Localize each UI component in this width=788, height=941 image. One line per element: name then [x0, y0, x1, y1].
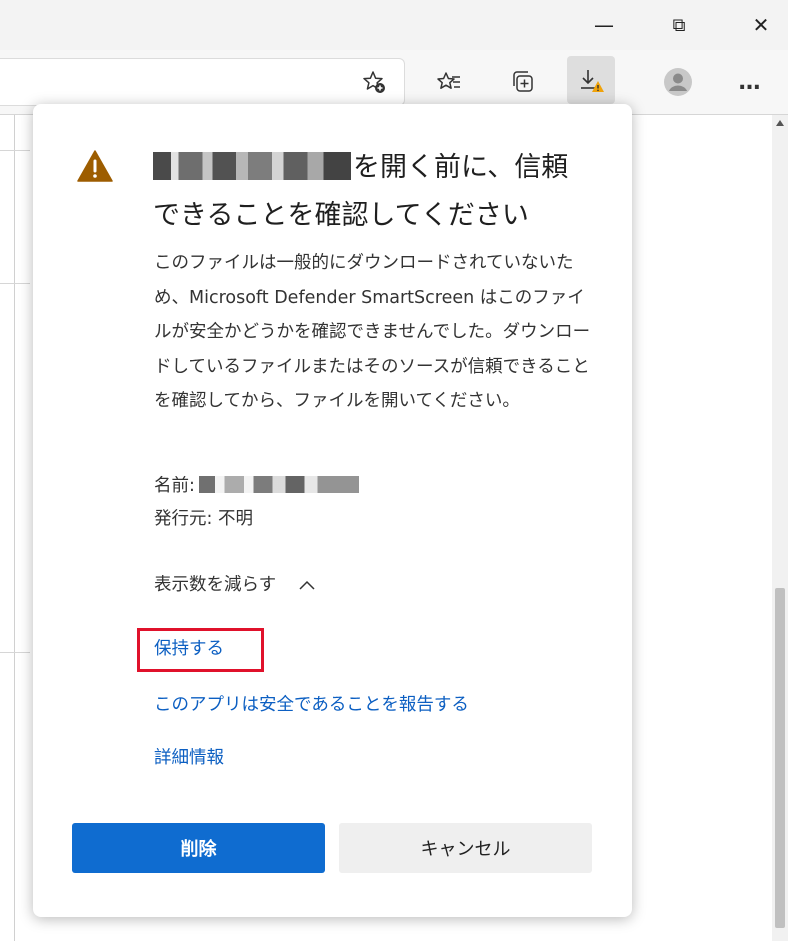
collections-icon	[513, 71, 533, 92]
address-bar[interactable]	[0, 58, 405, 106]
report-safe-link[interactable]: このアプリは安全であることを報告する	[154, 690, 469, 720]
page-divider	[0, 652, 30, 653]
warning-icon	[77, 150, 113, 182]
downloads-icon	[581, 70, 604, 92]
page-border	[14, 115, 15, 941]
dialog-heading: を開く前に、信頼できることを確認してください	[153, 144, 593, 240]
publisher-label: 発行元:	[154, 509, 213, 529]
page-divider	[0, 283, 30, 284]
publisher-value: 不明	[217, 509, 253, 529]
close-window-button[interactable]: ✕	[741, 8, 781, 42]
chevron-up-icon	[299, 580, 315, 590]
more-info-link[interactable]: 詳細情報	[154, 743, 224, 773]
add-favorite-button[interactable]	[352, 60, 396, 104]
cancel-button[interactable]: キャンセル	[339, 823, 592, 873]
restore-button[interactable]: ⧉	[659, 8, 699, 42]
dialog-description: このファイルは一般的にダウンロードされていないため、Microsoft Defe…	[154, 253, 591, 411]
redacted-file-name	[153, 152, 351, 180]
downloads-button[interactable]	[567, 56, 615, 104]
scroll-up-arrow-icon[interactable]	[776, 120, 784, 126]
title-bar: — ⧉ ✕	[0, 0, 788, 50]
show-less-label: 表示数を減らす	[154, 575, 277, 595]
show-less-toggle[interactable]: 表示数を減らす	[154, 570, 316, 600]
more-icon: …	[738, 69, 762, 95]
keep-link[interactable]: 保持する	[154, 634, 224, 664]
restore-icon: ⧉	[672, 14, 686, 36]
more-button[interactable]: …	[728, 60, 772, 104]
file-name-row: 名前:	[154, 471, 359, 501]
favorites-icon	[437, 72, 460, 89]
minimize-icon: —	[594, 13, 614, 37]
profile-icon	[664, 68, 692, 96]
redacted-file-name-value	[198, 476, 359, 493]
scrollbar-thumb[interactable]	[775, 588, 785, 928]
collections-button[interactable]	[502, 60, 546, 104]
profile-button[interactable]	[656, 60, 700, 104]
close-icon: ✕	[752, 13, 770, 37]
page-divider	[0, 150, 30, 151]
file-name-label: 名前:	[154, 476, 195, 496]
add-favorite-icon	[363, 71, 385, 93]
publisher-row: 発行元: 不明	[154, 504, 253, 534]
favorites-button[interactable]	[427, 60, 471, 104]
minimize-button[interactable]: —	[584, 8, 624, 42]
delete-button[interactable]: 削除	[72, 823, 325, 873]
